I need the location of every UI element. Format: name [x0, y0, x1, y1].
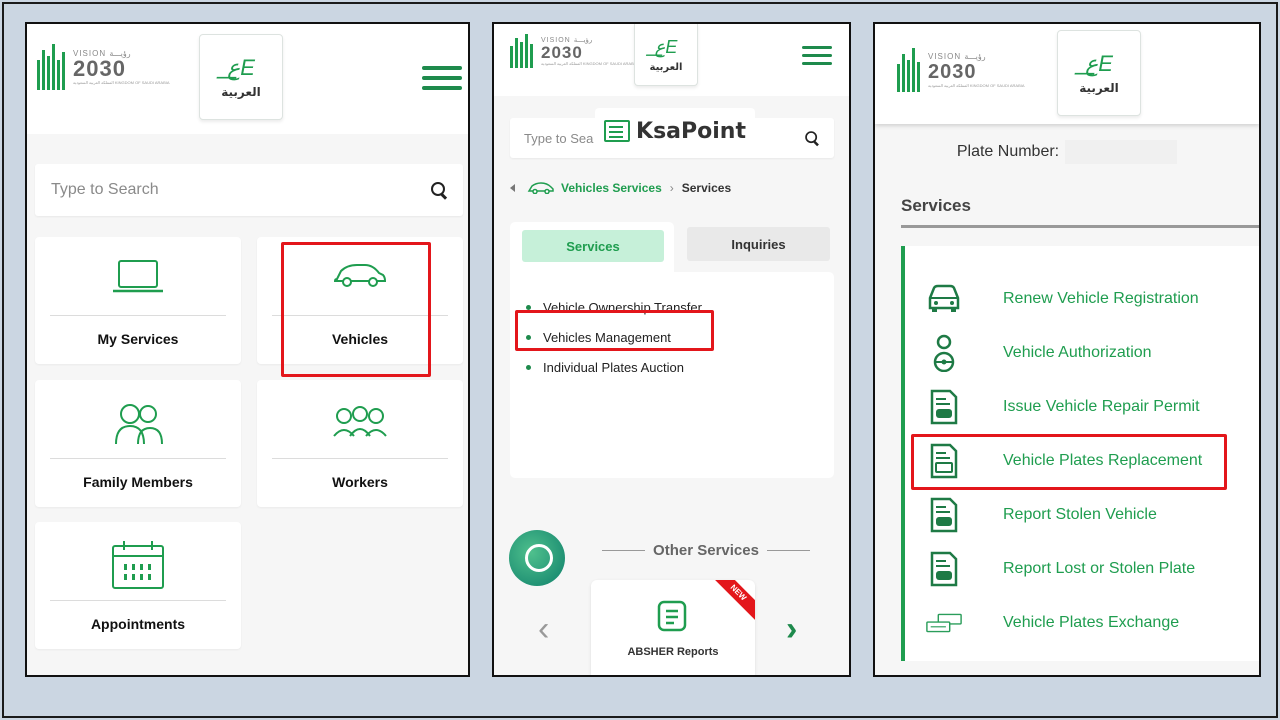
ksapoint-logo-icon	[604, 120, 631, 142]
tile-my-services[interactable]: My Services	[35, 237, 241, 364]
absher-logo: VISION رؤيـــة 2030 المملكة العربية السع…	[37, 44, 170, 90]
laptop-icon	[35, 259, 241, 295]
tile-workers[interactable]: Workers	[257, 380, 463, 507]
absher-reports-card[interactable]: NEW ABSHER Reports	[591, 580, 755, 675]
hamburger-menu-icon[interactable]	[422, 66, 462, 90]
e-service-icon: ع͟E	[1085, 51, 1113, 76]
vision-2030-logo: VISION رؤيـــة 2030 المملكة العربية السع…	[928, 52, 1025, 88]
tab-inquiries[interactable]: Inquiries	[687, 227, 830, 261]
language-button[interactable]: ع͟E العربية	[634, 24, 698, 86]
service-label: Issue Vehicle Repair Permit	[1003, 398, 1200, 415]
vision-sub-text: المملكة العربية السعودية KINGDOM OF SAUD…	[928, 83, 1025, 88]
search-placeholder: Type to Search	[51, 181, 159, 198]
report-card-label: ABSHER Reports	[627, 646, 719, 658]
breadcrumb-link-vehicles-services[interactable]: Vehicles Services	[561, 181, 662, 195]
new-badge: NEW	[705, 580, 755, 626]
service-renew-vehicle-registration[interactable]: Renew Vehicle Registration	[925, 280, 1199, 318]
highlight-vehicle-plates-replacement	[911, 434, 1227, 490]
service-label: Vehicle Authorization	[1003, 344, 1152, 361]
highlight-vehicles	[281, 242, 431, 377]
app-header: VISION رؤيـــة 2030 المملكة العربية السع…	[494, 24, 849, 96]
tile-label: My Services	[97, 331, 179, 347]
tile-label: Workers	[332, 474, 388, 490]
vision-year-text: 2030	[73, 56, 126, 81]
services-divider	[901, 225, 1259, 228]
app-header: VISION رؤيـــة 2030 المملكة العربية السع…	[27, 24, 468, 134]
car-front-icon	[925, 280, 963, 318]
back-arrow-icon[interactable]	[510, 184, 515, 192]
hamburger-menu-icon[interactable]	[802, 46, 832, 65]
tile-family-members[interactable]: Family Members	[35, 380, 241, 507]
other-services-heading: Other Services	[602, 542, 810, 559]
service-label: Report Stolen Vehicle	[1003, 506, 1157, 523]
services-section-title: Services	[901, 196, 971, 215]
service-issue-vehicle-repair-permit[interactable]: Issue Vehicle Repair Permit	[925, 388, 1200, 426]
absher-logo-mark	[510, 34, 533, 68]
e-service-icon: ع͟E	[654, 36, 678, 57]
service-label: Report Lost or Stolen Plate	[1003, 560, 1196, 577]
vision-sub-text: المملكة العربية السعودية KINGDOM OF SAUD…	[73, 80, 170, 85]
service-individual-plates-auction[interactable]: Individual Plates Auction	[526, 352, 702, 382]
breadcrumb-current: Services	[681, 181, 732, 195]
absher-logo: VISION رؤيـــة 2030 المملكة العربية السع…	[510, 34, 638, 68]
vision-2030-logo: VISION رؤيـــة 2030 المملكة العربية السع…	[73, 49, 170, 85]
absher-logo: VISION رؤيـــة 2030 المملكة العربية السع…	[897, 48, 1025, 92]
absher-logo-mark	[897, 48, 920, 92]
plates-exchange-icon	[925, 604, 963, 642]
vision-year-text: 2030	[928, 61, 977, 83]
document-car-icon	[925, 496, 963, 534]
breadcrumb-separator: ›	[669, 181, 674, 195]
highlight-vehicles-management	[515, 310, 714, 351]
report-icon	[657, 600, 687, 637]
vision-2030-logo: VISION رؤيـــة 2030 المملكة العربية السع…	[541, 36, 638, 66]
vision-top-text: VISION رؤيـــة	[928, 52, 986, 61]
search-icon[interactable]	[431, 182, 447, 198]
panel-home: VISION رؤيـــة 2030 المملكة العربية السع…	[25, 22, 470, 677]
vision-year-text: 2030	[541, 43, 583, 62]
document-car-icon	[925, 388, 963, 426]
calendar-icon	[35, 540, 241, 590]
chevron-left-icon[interactable]: ‹	[538, 612, 549, 646]
plate-number-row: Plate Number:	[875, 140, 1259, 164]
service-vehicle-authorization[interactable]: Vehicle Authorization	[925, 334, 1152, 372]
service-label: Renew Vehicle Registration	[1003, 290, 1199, 307]
panel-vehicle-detail: VISION رؤيـــة 2030 المملكة العربية السع…	[873, 22, 1261, 677]
service-report-lost-or-stolen-plate[interactable]: Report Lost or Stolen Plate	[925, 550, 1195, 588]
service-label: Vehicle Plates Exchange	[1003, 614, 1180, 631]
chat-assistant-icon[interactable]	[509, 530, 565, 586]
driver-icon	[925, 334, 963, 372]
tile-label: Appointments	[90, 616, 186, 632]
family-icon	[35, 402, 241, 446]
search-icon[interactable]	[805, 131, 819, 145]
plate-number-label: Plate Number:	[956, 143, 1060, 160]
chevron-right-icon[interactable]: ›	[786, 612, 797, 646]
tile-appointments[interactable]: Appointments	[35, 522, 241, 649]
service-vehicle-plates-exchange[interactable]: Vehicle Plates Exchange	[925, 604, 1179, 642]
search-input[interactable]: Type to Search	[35, 164, 463, 216]
language-label: العربية	[649, 61, 683, 73]
tile-label: Family Members	[83, 474, 193, 490]
language-button[interactable]: ع͟E العربية	[199, 34, 283, 120]
language-label: العربية	[221, 85, 261, 99]
document-car-icon	[925, 550, 963, 588]
language-label: العربية	[1079, 81, 1119, 95]
tab-services-wrapper: Services	[510, 222, 674, 274]
plate-number-value-redacted	[1065, 140, 1178, 164]
car-small-icon	[527, 182, 554, 194]
ksapoint-watermark: KsaPoint	[595, 108, 755, 154]
service-report-stolen-vehicle[interactable]: Report Stolen Vehicle	[925, 496, 1157, 534]
tab-body: Vehicle Ownership Transfer Vehicles Mana…	[510, 272, 834, 478]
watermark-text: KsaPoint	[636, 118, 746, 144]
workers-icon	[257, 402, 463, 438]
other-services-title: Other Services	[653, 542, 759, 559]
vision-sub-text: المملكة العربية السعودية KINGDOM OF SAUD…	[541, 61, 638, 66]
language-button[interactable]: ع͟E العربية	[1057, 30, 1141, 116]
absher-logo-mark	[37, 44, 65, 90]
app-header: VISION رؤيـــة 2030 المملكة العربية السع…	[875, 24, 1259, 124]
panel-vehicle-services: VISION رؤيـــة 2030 المملكة العربية السع…	[492, 22, 851, 677]
breadcrumb: Vehicles Services › Services	[510, 181, 731, 195]
e-service-icon: ع͟E	[227, 55, 255, 80]
tab-services[interactable]: Services	[522, 230, 664, 262]
